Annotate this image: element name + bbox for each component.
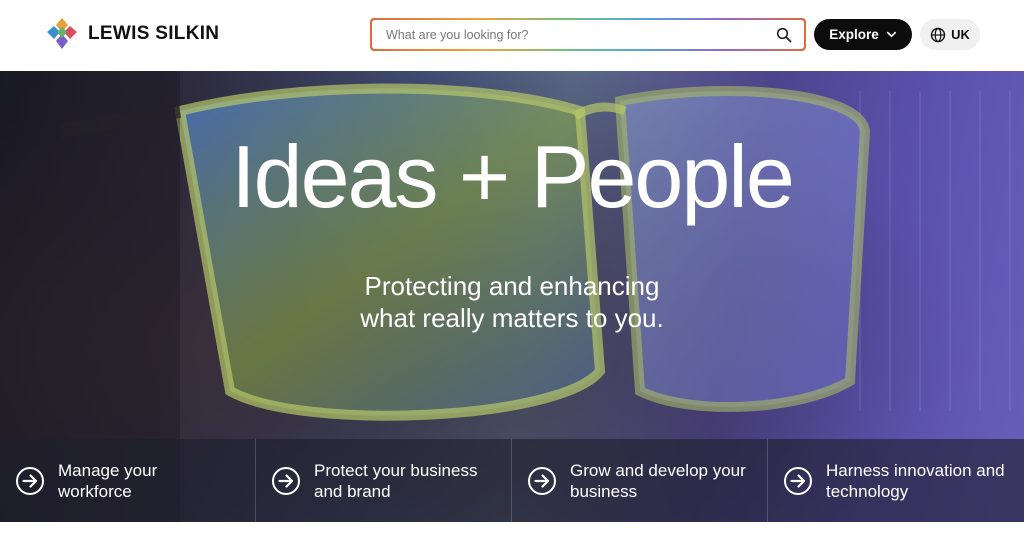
hero-banner: Ideas + People Protecting and enhancing …	[0, 71, 1024, 522]
arrow-circle-icon	[528, 466, 556, 495]
chevron-down-icon	[886, 31, 896, 38]
logo-text: LEWIS SILKIN	[88, 23, 220, 44]
arrow-circle-icon	[784, 466, 812, 495]
service-cards: Manage your workforce Protect your busin…	[0, 439, 1024, 522]
arrow-circle-icon	[16, 466, 44, 495]
page-below-fold	[0, 522, 1024, 559]
region-selector-button[interactable]: UK	[920, 19, 980, 50]
site-logo[interactable]: LEWIS SILKIN	[44, 16, 219, 52]
hero-subtitle: Protecting and enhancing what really mat…	[0, 270, 1024, 334]
card-protect-business[interactable]: Protect your business and brand	[256, 439, 512, 522]
hero-subtitle-line1: Protecting and enhancing	[364, 271, 660, 301]
card-harness-innovation[interactable]: Harness innovation and technology	[768, 439, 1024, 522]
card-label: Protect your business and brand	[314, 460, 478, 501]
hero-subtitle-line2: what really matters to you.	[360, 303, 664, 333]
logo-mark-icon	[47, 18, 77, 49]
arrow-circle-icon	[272, 466, 300, 495]
card-manage-workforce[interactable]: Manage your workforce	[0, 439, 256, 522]
search-input[interactable]	[386, 27, 776, 42]
search-box	[372, 20, 804, 49]
card-label: Manage your workforce	[58, 460, 158, 501]
hero-title: Ideas + People	[231, 127, 795, 226]
explore-label: Explore	[829, 27, 879, 42]
site-header: LEWIS SILKIN Explore UK	[0, 0, 1024, 71]
explore-button[interactable]: Explore	[814, 19, 912, 50]
card-label: Harness innovation and technology	[826, 460, 1005, 501]
card-grow-business[interactable]: Grow and develop your business	[512, 439, 768, 522]
search-field	[370, 18, 806, 51]
region-label: UK	[951, 27, 970, 42]
globe-icon	[930, 27, 946, 42]
search-icon[interactable]	[776, 27, 792, 43]
card-label: Grow and develop your business	[570, 460, 746, 501]
